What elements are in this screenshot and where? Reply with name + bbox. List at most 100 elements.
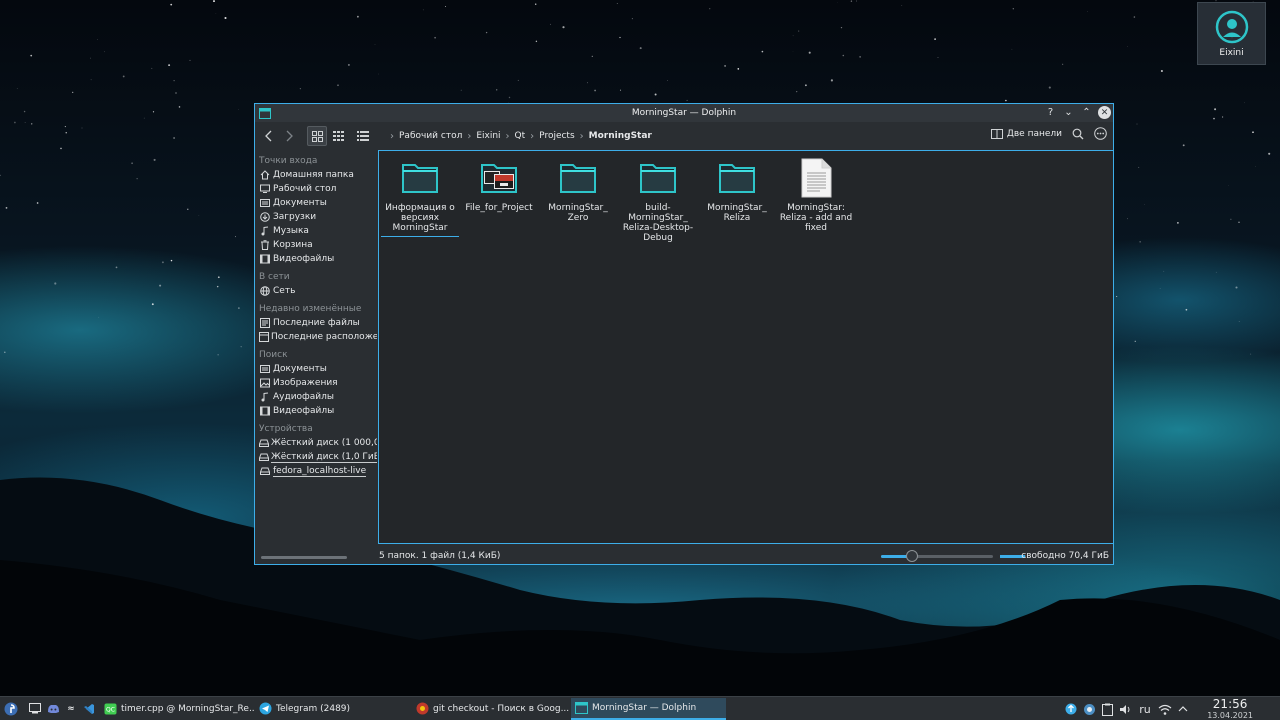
breadcrumb-item[interactable]: Eixini (476, 131, 500, 141)
clock-date: 13.04.2021 (1207, 711, 1253, 720)
drive-icon (259, 438, 269, 448)
places-item[interactable]: Домашняя папка (255, 168, 377, 182)
forward-icon[interactable] (279, 126, 299, 146)
split-view-button[interactable]: Две панели (990, 128, 1062, 139)
taskbar-panel: ≈ QC timer.cpp @ MorningStar_Re... Telegra… (0, 696, 1280, 720)
places-item-label: Рабочий стол (273, 183, 337, 194)
vscode-icon[interactable] (80, 699, 98, 719)
places-item-label: Жёсткий диск (1,0 ГиБ (271, 452, 377, 463)
places-item-label: Последние файлы (273, 317, 360, 328)
file-name: build-MorningStar_ Reliza-Desktop-Debug (622, 203, 694, 243)
clipboard-icon[interactable] (1098, 699, 1116, 719)
places-item-label: Изображения (273, 377, 338, 388)
recent-files-icon (259, 318, 271, 328)
file-item[interactable]: build-MorningStar_ Reliza-Desktop-Debug (619, 157, 697, 243)
breadcrumb-separator-icon: › (467, 130, 472, 142)
icons-view-icon[interactable] (307, 126, 327, 146)
status-summary: 5 папок. 1 файл (1,4 КиБ) (379, 551, 501, 561)
window-titlebar[interactable]: MorningStar — Dolphin ? ⌄ ⌃ ✕ (255, 104, 1113, 122)
fedora-launcher-icon[interactable] (2, 699, 20, 719)
network-manager-icon[interactable] (1080, 699, 1098, 719)
places-item[interactable]: Документы (255, 196, 377, 210)
free-space-label: свободно 70,4 ГиБ (1021, 551, 1109, 561)
discord-icon[interactable] (44, 699, 62, 719)
task-label: git checkout - Поиск в Goog... (433, 703, 570, 714)
dolphin-window: MorningStar — Dolphin ? ⌄ ⌃ ✕ › Рабочий … (254, 103, 1114, 565)
breadcrumb: › Рабочий стол › Eixini › Qt › Projects … (385, 131, 652, 142)
file-name: MorningStar_ Zero (548, 203, 608, 223)
breadcrumb-item[interactable]: Рабочий стол (399, 131, 462, 141)
places-item[interactable]: Последние расположе (255, 330, 377, 344)
places-item[interactable]: Рабочий стол (255, 182, 377, 196)
updates-icon[interactable] (1062, 699, 1080, 719)
video-icon (259, 254, 271, 264)
wifi-icon[interactable] (1156, 699, 1174, 719)
taskbar-task[interactable]: Telegram (2489) (255, 698, 412, 720)
user-switcher-widget[interactable]: Eixini (1197, 2, 1266, 65)
breadcrumb-current[interactable]: MorningStar (589, 131, 652, 141)
back-icon[interactable] (259, 126, 279, 146)
places-item-label: Документы (273, 197, 327, 208)
places-item[interactable]: Видеофайлы (255, 252, 377, 266)
places-item[interactable]: Последние файлы (255, 316, 377, 330)
menu-icon[interactable] (1094, 127, 1107, 140)
search-icon[interactable] (1072, 128, 1084, 140)
task-label: Telegram (2489) (276, 703, 351, 714)
places-section-title: Недавно изменённые (259, 304, 362, 314)
places-section-title: Точки входа (259, 156, 318, 166)
taskbar-task[interactable]: MorningStar — Dolphin (571, 697, 726, 720)
keyboard-layout-indicator[interactable]: ru (1134, 699, 1156, 719)
taskbar-task[interactable]: git checkout - Поиск в Goog... (412, 698, 571, 720)
volume-icon[interactable] (1116, 699, 1134, 719)
browser-icon (416, 702, 429, 715)
breadcrumb-separator-icon: › (390, 130, 394, 142)
places-item[interactable]: Аудиофайлы (255, 390, 377, 404)
file-item[interactable]: Информация о версиях MorningStar (381, 157, 459, 237)
breadcrumb-item[interactable]: Projects (539, 131, 574, 141)
zoom-slider[interactable] (881, 550, 993, 562)
places-item[interactable]: Документы (255, 362, 377, 376)
places-item[interactable]: Сеть (255, 284, 377, 298)
help-button[interactable]: ? (1044, 106, 1057, 119)
file-item[interactable]: MorningStar_ Zero (539, 157, 617, 223)
desktop-icon (259, 184, 271, 194)
jetbrains-icon[interactable]: ≈ (62, 699, 80, 719)
breadcrumb-item[interactable]: Qt (515, 131, 526, 141)
tray-expand-icon[interactable] (1174, 699, 1192, 719)
svg-text:QC: QC (106, 706, 115, 713)
file-item[interactable]: MorningStar: Reliza - add and fixed (777, 157, 855, 233)
maximize-button[interactable]: ⌃ (1080, 106, 1093, 119)
show-desktop-icon[interactable] (26, 699, 44, 719)
places-item[interactable]: fedora_localhost-live (255, 464, 377, 478)
folder-icon (401, 157, 439, 199)
places-item[interactable]: Музыка (255, 224, 377, 238)
places-item-label: Музыка (273, 225, 309, 236)
places-item[interactable]: Загрузки (255, 210, 377, 224)
network-icon (259, 286, 271, 296)
places-item-label: Аудиофайлы (273, 391, 334, 402)
sidebar-scrollbar[interactable] (261, 556, 347, 559)
zoom-slider-handle[interactable] (906, 550, 919, 562)
file-item[interactable]: MorningStar_ Reliza (698, 157, 776, 223)
places-item[interactable]: Изображения (255, 376, 377, 390)
digital-clock[interactable]: 21:56 13.04.2021 (1207, 698, 1253, 720)
file-view[interactable]: Информация о версиях MorningStar File_for… (378, 150, 1113, 544)
places-item[interactable]: Жёсткий диск (1,0 ГиБ (255, 450, 377, 464)
dolphin-app-icon[interactable] (259, 108, 271, 122)
places-item[interactable]: Жёсткий диск (1 000,0 (255, 436, 377, 450)
recent-locations-icon (259, 332, 269, 342)
places-item-label: Документы (273, 363, 327, 374)
compact-view-icon[interactable] (329, 126, 349, 146)
places-item[interactable]: Видеофайлы (255, 404, 377, 418)
minimize-button[interactable]: ⌄ (1062, 106, 1075, 119)
file-name: MorningStar_ Reliza (707, 203, 767, 223)
file-name: MorningStar: Reliza - add and fixed (779, 203, 853, 233)
places-item[interactable]: Корзина (255, 238, 377, 252)
places-item-label: Последние расположе (271, 331, 377, 342)
file-item[interactable]: File_for_Project (460, 157, 538, 213)
qtcreator-icon: QC (104, 703, 117, 715)
folder-icon (718, 157, 756, 199)
details-view-icon[interactable] (353, 126, 373, 146)
close-button[interactable]: ✕ (1098, 106, 1111, 119)
taskbar-task[interactable]: QC timer.cpp @ MorningStar_Re... (100, 698, 255, 720)
